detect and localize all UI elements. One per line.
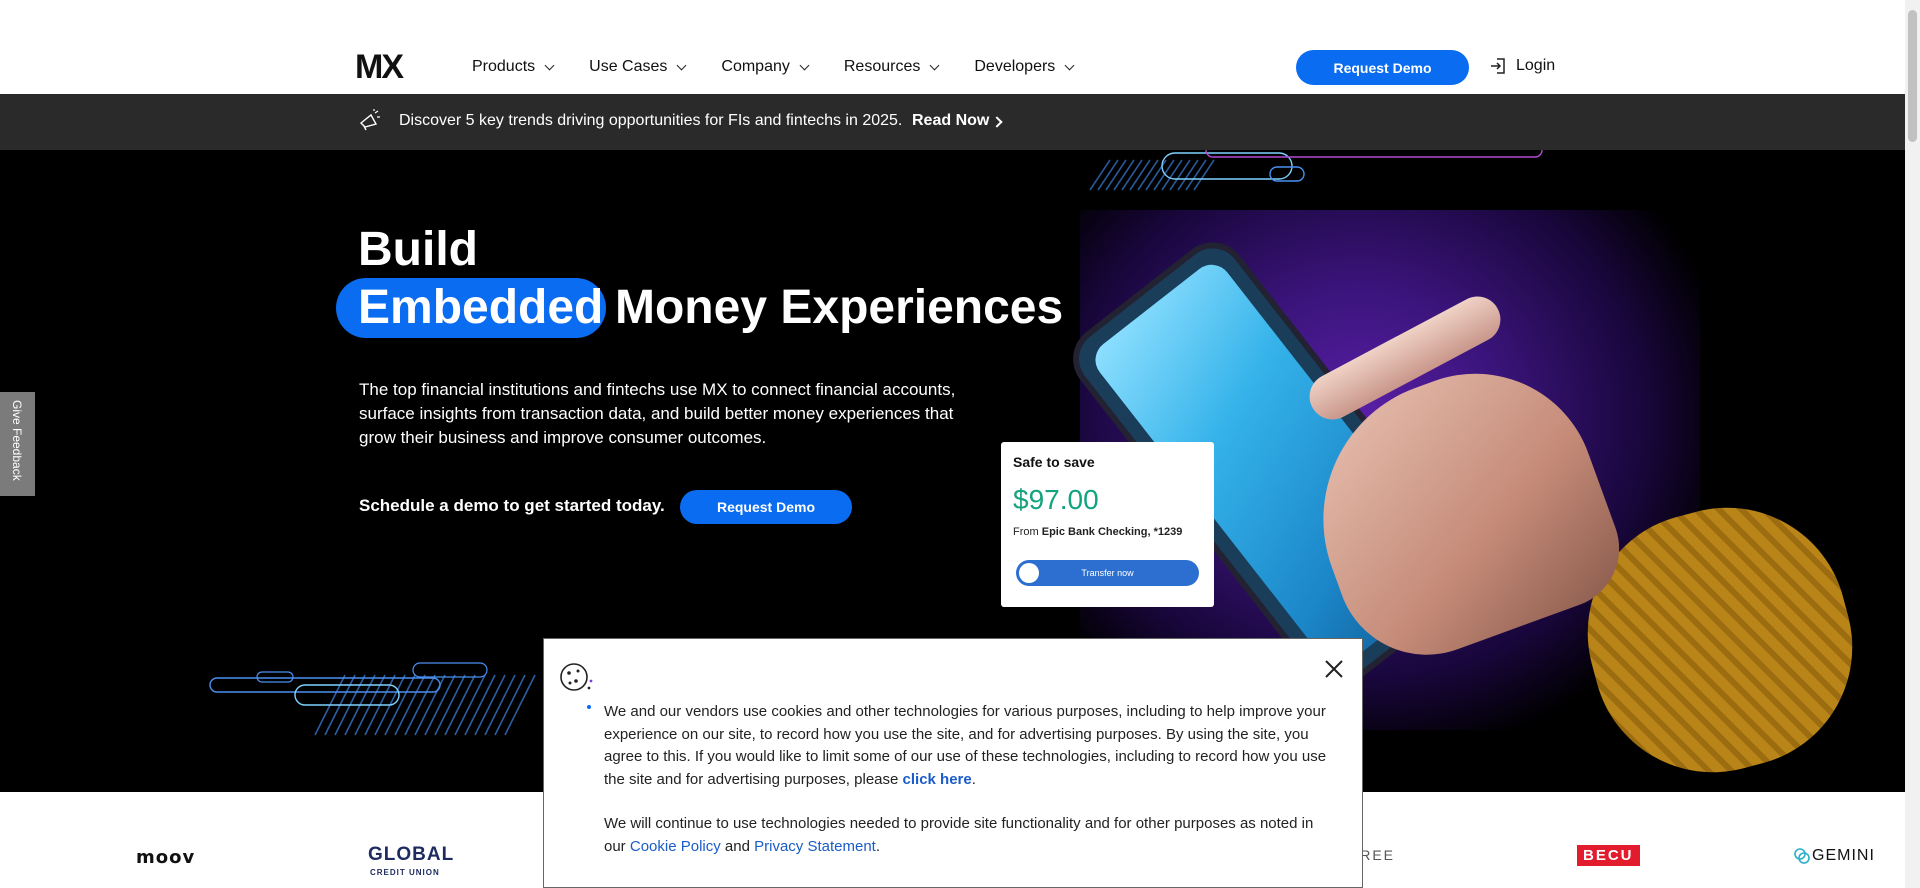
global-credit-union-logo: GLOBAL — [368, 844, 455, 865]
decorative-lines-bottom — [209, 662, 536, 736]
megaphone-icon — [359, 109, 380, 131]
cookie-p1-end: . — [971, 770, 976, 788]
nav-resources-label: Resources — [843, 58, 921, 75]
save-card-account: Epic Bank Checking, *1239 — [1041, 526, 1183, 538]
nav-developers-label: Developers — [974, 58, 1056, 75]
chevron-right-icon[interactable] — [991, 116, 1003, 128]
login-link[interactable]: Login — [1488, 56, 1555, 76]
global-credit-union-sub: CREDIT UNION — [370, 868, 440, 877]
request-demo-button[interactable]: Request Demo — [1296, 50, 1469, 85]
nav-resources[interactable]: Resources — [843, 56, 940, 78]
give-feedback-tab[interactable]: Give Feedback — [0, 392, 35, 496]
hero-request-demo-button[interactable]: Request Demo — [680, 490, 852, 524]
cookie-icon — [560, 663, 593, 691]
transfer-now-button: Transfer now — [1016, 560, 1199, 586]
login-label: Login — [1516, 57, 1556, 74]
hero-description: The top financial institutions and finte… — [359, 380, 956, 447]
nav-company-label: Company — [721, 58, 790, 75]
slider-knob-icon — [1019, 563, 1039, 583]
save-card-title: Safe to save — [1013, 454, 1095, 470]
close-icon[interactable] — [1322, 657, 1346, 681]
safe-to-save-card: Safe to save $97.00 From Epic Bank Check… — [1001, 442, 1214, 607]
cookie-policy-link[interactable]: Cookie Policy — [630, 838, 721, 855]
scrollbar[interactable] — [1905, 0, 1920, 888]
nav-use-cases-label: Use Cases — [589, 58, 668, 75]
nav-use-cases[interactable]: Use Cases — [589, 56, 687, 78]
hero-cta-text: Schedule a demo to get started today. — [359, 496, 665, 515]
becu-logo: BECU — [1577, 845, 1640, 866]
cookie-text-secondary: We will continue to use technologies nee… — [604, 813, 1334, 858]
site-header: MX Products Use Cases Company Resources … — [0, 0, 1905, 94]
chevron-down-icon — [799, 60, 810, 70]
nav-developers[interactable]: Developers — [974, 56, 1075, 78]
gemini-logo: GEMINI — [1812, 847, 1875, 864]
cookie-text-primary: We and our vendors use cookies and other… — [604, 701, 1334, 791]
login-icon — [1491, 58, 1505, 74]
chevron-down-icon — [676, 60, 687, 70]
nav-company[interactable]: Company — [721, 56, 810, 78]
moov-logo: moov — [136, 847, 196, 868]
nav-products[interactable]: Products — [472, 56, 555, 78]
chevron-down-icon — [1064, 60, 1075, 70]
announcement-text: Discover 5 key trends driving opportunit… — [399, 112, 903, 129]
scrollbar-thumb[interactable] — [1908, 10, 1917, 142]
give-feedback-label: Give Feedback — [10, 400, 24, 481]
cookie-consent-dialog: We and our vendors use cookies and other… — [543, 638, 1363, 888]
nav-products-label: Products — [472, 58, 536, 75]
chevron-down-icon — [544, 60, 555, 70]
transfer-now-label: Transfer now — [1081, 568, 1134, 578]
main-nav: Products Use Cases Company Resources Dev… — [472, 56, 1109, 78]
hero-title-embedded: Embedded — [358, 281, 604, 334]
decorative-lines-top — [1089, 150, 1543, 191]
privacy-statement-link[interactable]: Privacy Statement — [754, 838, 876, 855]
announcement-bar: Discover 5 key trends driving opportunit… — [0, 94, 1905, 150]
hero-title-build: Build — [358, 223, 478, 276]
page: MX Products Use Cases Company Resources … — [0, 0, 1920, 888]
bullet-dot — [587, 705, 591, 709]
save-card-from-label: From — [1013, 526, 1039, 538]
save-card-amount: $97.00 — [1013, 484, 1099, 515]
hero-title-money-experiences: Money Experiences — [615, 281, 1064, 334]
mx-logo[interactable]: MX — [355, 50, 404, 84]
save-card-from: From Epic Bank Checking, *1239 — [1013, 526, 1182, 538]
gemini-icon — [1794, 848, 1810, 864]
cookie-p2-and: and — [720, 837, 755, 855]
chevron-down-icon — [929, 60, 940, 70]
click-here-link[interactable]: click here — [903, 771, 972, 788]
cookie-p2-end: . — [875, 837, 880, 855]
read-now-link[interactable]: Read Now — [912, 112, 989, 130]
